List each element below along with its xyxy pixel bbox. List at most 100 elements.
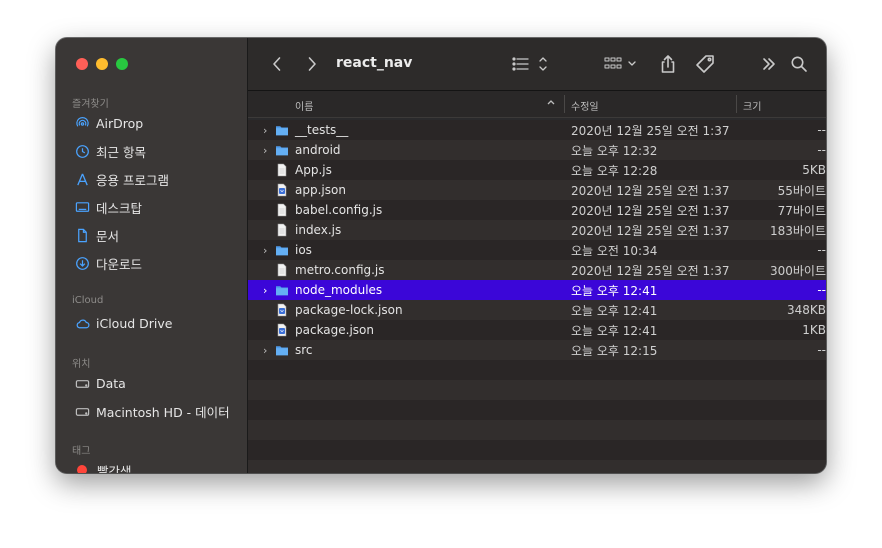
finder-window: 즐겨찾기 AirDrop 최근 항목 응용 프로그램 데스크탑 문서 다운로드 … — [56, 38, 826, 473]
back-button[interactable] — [268, 52, 286, 76]
sidebar-item-documents[interactable]: 문서 — [74, 224, 119, 246]
file-name: app.json — [295, 183, 346, 197]
file-modified: 오늘 오후 12:15 — [571, 343, 658, 358]
file-row[interactable]: › src 오늘 오후 12:15 -- — [248, 340, 826, 360]
sidebar-item-applications[interactable]: 응용 프로그램 — [74, 168, 169, 190]
file-row[interactable]: › __tests__ 2020년 12월 25일 오전 1:37 -- — [248, 120, 826, 140]
file-modified: 2020년 12월 25일 오전 1:37 — [571, 123, 730, 138]
file-modified: 오늘 오후 12:28 — [571, 163, 658, 178]
file-modified: 2020년 12월 25일 오전 1:37 — [571, 203, 730, 218]
view-options-button[interactable] — [512, 52, 550, 76]
group-button[interactable] — [604, 52, 640, 76]
list-view-icon — [512, 57, 547, 71]
desktop-icon — [74, 199, 90, 215]
search-button[interactable] — [790, 52, 808, 76]
file-row[interactable]: babel.config.js 2020년 12월 25일 오전 1:37 77바이… — [248, 200, 826, 220]
sort-ascending-icon[interactable] — [546, 97, 556, 110]
sidebar: 즐겨찾기 AirDrop 최근 항목 응용 프로그램 데스크탑 문서 다운로드 … — [56, 38, 248, 473]
file-row[interactable]: package.json 오늘 오후 12:41 1KB — [248, 320, 826, 340]
share-icon — [661, 55, 675, 73]
file-row[interactable]: app.json 2020년 12월 25일 오전 1:37 55바이트 — [248, 180, 826, 200]
locations-section-label: 위치 — [72, 359, 91, 370]
tag-button[interactable] — [695, 52, 717, 76]
file-row[interactable]: metro.config.js 2020년 12월 25일 오전 1:37 300바… — [248, 260, 826, 280]
toolbar: react_nav — [248, 38, 826, 91]
column-separator[interactable] — [564, 95, 565, 113]
disclosure-chevron-icon[interactable]: › — [263, 144, 271, 157]
sidebar-item-icloud-drive[interactable]: iCloud Drive — [74, 312, 172, 334]
column-size[interactable]: 크기 — [743, 98, 761, 113]
airdrop-icon — [74, 115, 90, 131]
sidebar-item-label: Macintosh HD - 데이터 — [96, 404, 230, 420]
json-file-icon — [275, 303, 289, 317]
document-icon — [74, 227, 90, 243]
chevron-right-icon — [308, 57, 316, 71]
column-modified[interactable]: 수정일 — [571, 98, 599, 113]
clock-icon — [74, 143, 90, 159]
sidebar-item-tag-red[interactable]: 빨간색 — [74, 459, 132, 473]
disclosure-chevron-icon[interactable]: › — [263, 344, 271, 357]
file-name: App.js — [295, 163, 332, 177]
file-row[interactable]: index.js 2020년 12월 25일 오전 1:37 183바이트 — [248, 220, 826, 240]
file-size: -- — [817, 243, 826, 257]
sidebar-item-desktop[interactable]: 데스크탑 — [74, 196, 142, 218]
more-toolbar-button[interactable] — [761, 52, 777, 76]
disclosure-chevron-icon[interactable]: › — [263, 284, 271, 297]
column-header: 이름 수정일 크기 — [248, 91, 826, 118]
zoom-button[interactable] — [116, 58, 128, 70]
download-icon — [74, 255, 90, 271]
file-size: -- — [817, 143, 826, 157]
sidebar-item-macintosh-hd[interactable]: Macintosh HD - 데이터 — [74, 400, 230, 422]
column-name[interactable]: 이름 — [295, 98, 313, 113]
file-modified: 2020년 12월 25일 오전 1:37 — [571, 223, 730, 238]
file-list: › __tests__ 2020년 12월 25일 오전 1:37 -- › androi… — [248, 118, 826, 473]
red-tag-icon — [77, 465, 87, 473]
sidebar-item-label: 최근 항목 — [96, 144, 146, 160]
disclosure-chevron-icon[interactable]: › — [263, 244, 271, 257]
file-row[interactable]: › ios 오늘 오전 10:34 -- — [248, 240, 826, 260]
close-button[interactable] — [76, 58, 88, 70]
file-size: 77바이트 — [777, 203, 826, 218]
minimize-button[interactable] — [96, 58, 108, 70]
file-size: 300바이트 — [769, 263, 826, 278]
file-modified: 오늘 오후 12:32 — [571, 143, 658, 158]
file-row[interactable]: package-lock.json 오늘 오후 12:41 348KB — [248, 300, 826, 320]
sidebar-item-label: 응용 프로그램 — [96, 172, 169, 188]
sidebar-item-label: AirDrop — [96, 115, 144, 131]
sidebar-item-label: Data — [96, 375, 126, 391]
file-name: babel.config.js — [295, 203, 383, 217]
sidebar-item-data[interactable]: Data — [74, 372, 126, 394]
file-modified: 2020년 12월 25일 오전 1:37 — [571, 263, 730, 278]
cloud-icon — [74, 315, 90, 331]
sidebar-item-label: 문서 — [96, 228, 120, 244]
file-name: android — [295, 143, 341, 157]
file-icon — [275, 263, 289, 277]
empty-row — [248, 460, 826, 473]
applications-icon — [74, 171, 90, 187]
file-size: 5KB — [802, 163, 826, 177]
file-size: 1KB — [802, 323, 826, 337]
file-name: package-lock.json — [295, 303, 403, 317]
sidebar-item-airdrop[interactable]: AirDrop — [74, 112, 143, 134]
disclosure-chevron-icon[interactable]: › — [263, 124, 271, 137]
file-name: ios — [295, 243, 312, 257]
file-name: __tests__ — [295, 123, 349, 137]
file-name: index.js — [295, 223, 342, 237]
file-modified: 2020년 12월 25일 오전 1:37 — [571, 183, 730, 198]
file-icon — [275, 223, 289, 237]
forward-button[interactable] — [303, 52, 321, 76]
file-size: -- — [817, 283, 826, 297]
file-row[interactable]: › node_modules 오늘 오후 12:41 -- — [248, 280, 826, 300]
file-row[interactable]: App.js 오늘 오후 12:28 5KB — [248, 160, 826, 180]
file-row[interactable]: › android 오늘 오후 12:32 -- — [248, 140, 826, 160]
share-button[interactable] — [659, 52, 677, 76]
sidebar-item-downloads[interactable]: 다운로드 — [74, 252, 142, 274]
empty-row — [248, 400, 826, 420]
sidebar-item-recents[interactable]: 최근 항목 — [74, 140, 146, 162]
empty-row — [248, 420, 826, 440]
column-separator[interactable] — [736, 95, 737, 113]
chevron-left-icon — [273, 57, 281, 71]
icloud-section-label: iCloud — [72, 295, 104, 306]
file-size: -- — [817, 343, 826, 357]
file-modified: 오늘 오전 10:34 — [571, 243, 658, 258]
